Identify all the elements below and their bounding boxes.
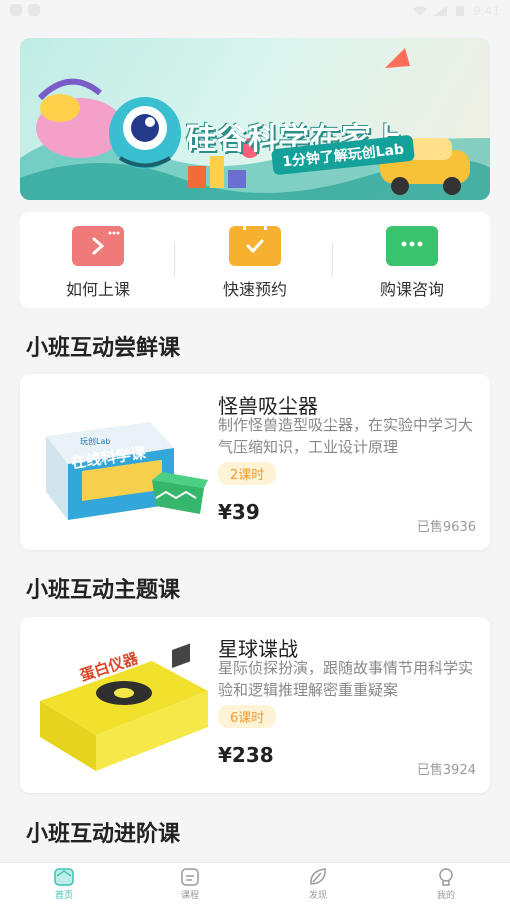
tab-home[interactable]: 首页 xyxy=(24,867,104,901)
promo-banner[interactable]: 硅谷科学在家上 1分钟了解玩创Lab xyxy=(20,38,490,200)
tab-label: 首页 xyxy=(54,891,73,901)
status-left xyxy=(10,4,40,16)
quick-action-label: 购课咨询 xyxy=(379,280,444,299)
course-image: 蛋白仪器 xyxy=(40,643,208,771)
quick-action-how-to-attend[interactable]: 如何上课 xyxy=(38,226,158,300)
sold-count: 已售9636 xyxy=(416,520,476,535)
course-price: ¥39 xyxy=(218,500,260,524)
section-title-trial: 小班互动尝鲜课 xyxy=(26,336,181,361)
course-description: 星际侦探扮演，跟随故事情节用科学实验和逻辑推理解密重重疑案 xyxy=(218,659,474,699)
sold-count: 已售3924 xyxy=(416,763,476,778)
status-bar: 9:41 xyxy=(0,0,510,22)
bottom-tab-bar: 首页 课程 发现 我的 xyxy=(0,862,510,905)
calendar-check-icon xyxy=(229,224,281,266)
course-card-monster-vacuum[interactable]: 玩创Lab 在线科学课 怪兽吸尘器 制作怪兽造型吸尘器，在实验中学习大气压缩知识… xyxy=(20,374,490,550)
course-description: 制作怪兽造型吸尘器，在实验中学习大气压缩知识，工业设计原理 xyxy=(218,416,474,456)
home-icon xyxy=(54,868,74,886)
course-card-star-spy[interactable]: 蛋白仪器 星球谍战 星际侦探扮演，跟随故事情节用科学实验和逻辑推理解密重重疑案 … xyxy=(20,617,490,793)
status-right: 9:41 xyxy=(413,4,500,18)
quick-action-label: 快速预约 xyxy=(222,280,287,299)
course-price: ¥238 xyxy=(218,743,274,767)
box-brand: 玩创Lab xyxy=(80,436,110,446)
tab-label: 我的 xyxy=(436,891,455,901)
quick-actions-panel: 如何上课 快速预约 购课咨询 xyxy=(20,212,490,308)
quick-action-purchase-consult[interactable]: 购课咨询 xyxy=(352,226,472,300)
tab-profile[interactable]: 我的 xyxy=(406,867,486,901)
notification-icon xyxy=(10,4,22,16)
profile-icon xyxy=(439,868,453,886)
status-time: 9:41 xyxy=(473,4,500,18)
lesson-count-badge: 6课时 xyxy=(218,705,277,728)
signal-icon xyxy=(433,6,448,16)
course-image: 玩创Lab 在线科学课 xyxy=(46,422,208,520)
lesson-count-badge: 2课时 xyxy=(218,462,277,485)
section-title-advanced: 小班互动进阶课 xyxy=(26,822,181,847)
discover-icon xyxy=(310,868,326,885)
course-icon xyxy=(181,868,199,886)
section-title-theme: 小班互动主题课 xyxy=(26,578,181,603)
tab-discover[interactable]: 发现 xyxy=(278,867,358,901)
tab-label: 课程 xyxy=(180,891,199,901)
wifi-icon xyxy=(413,6,428,16)
chat-bubble-icon xyxy=(386,226,438,266)
battery-icon xyxy=(456,6,465,16)
divider xyxy=(332,242,333,276)
tab-label: 发现 xyxy=(308,891,327,901)
divider xyxy=(174,242,175,276)
play-video-icon xyxy=(72,226,124,266)
tab-courses[interactable]: 课程 xyxy=(150,867,230,901)
app-notification-icon xyxy=(28,4,40,16)
quick-action-quick-booking[interactable]: 快速预约 xyxy=(195,224,315,300)
quick-action-label: 如何上课 xyxy=(65,280,130,299)
